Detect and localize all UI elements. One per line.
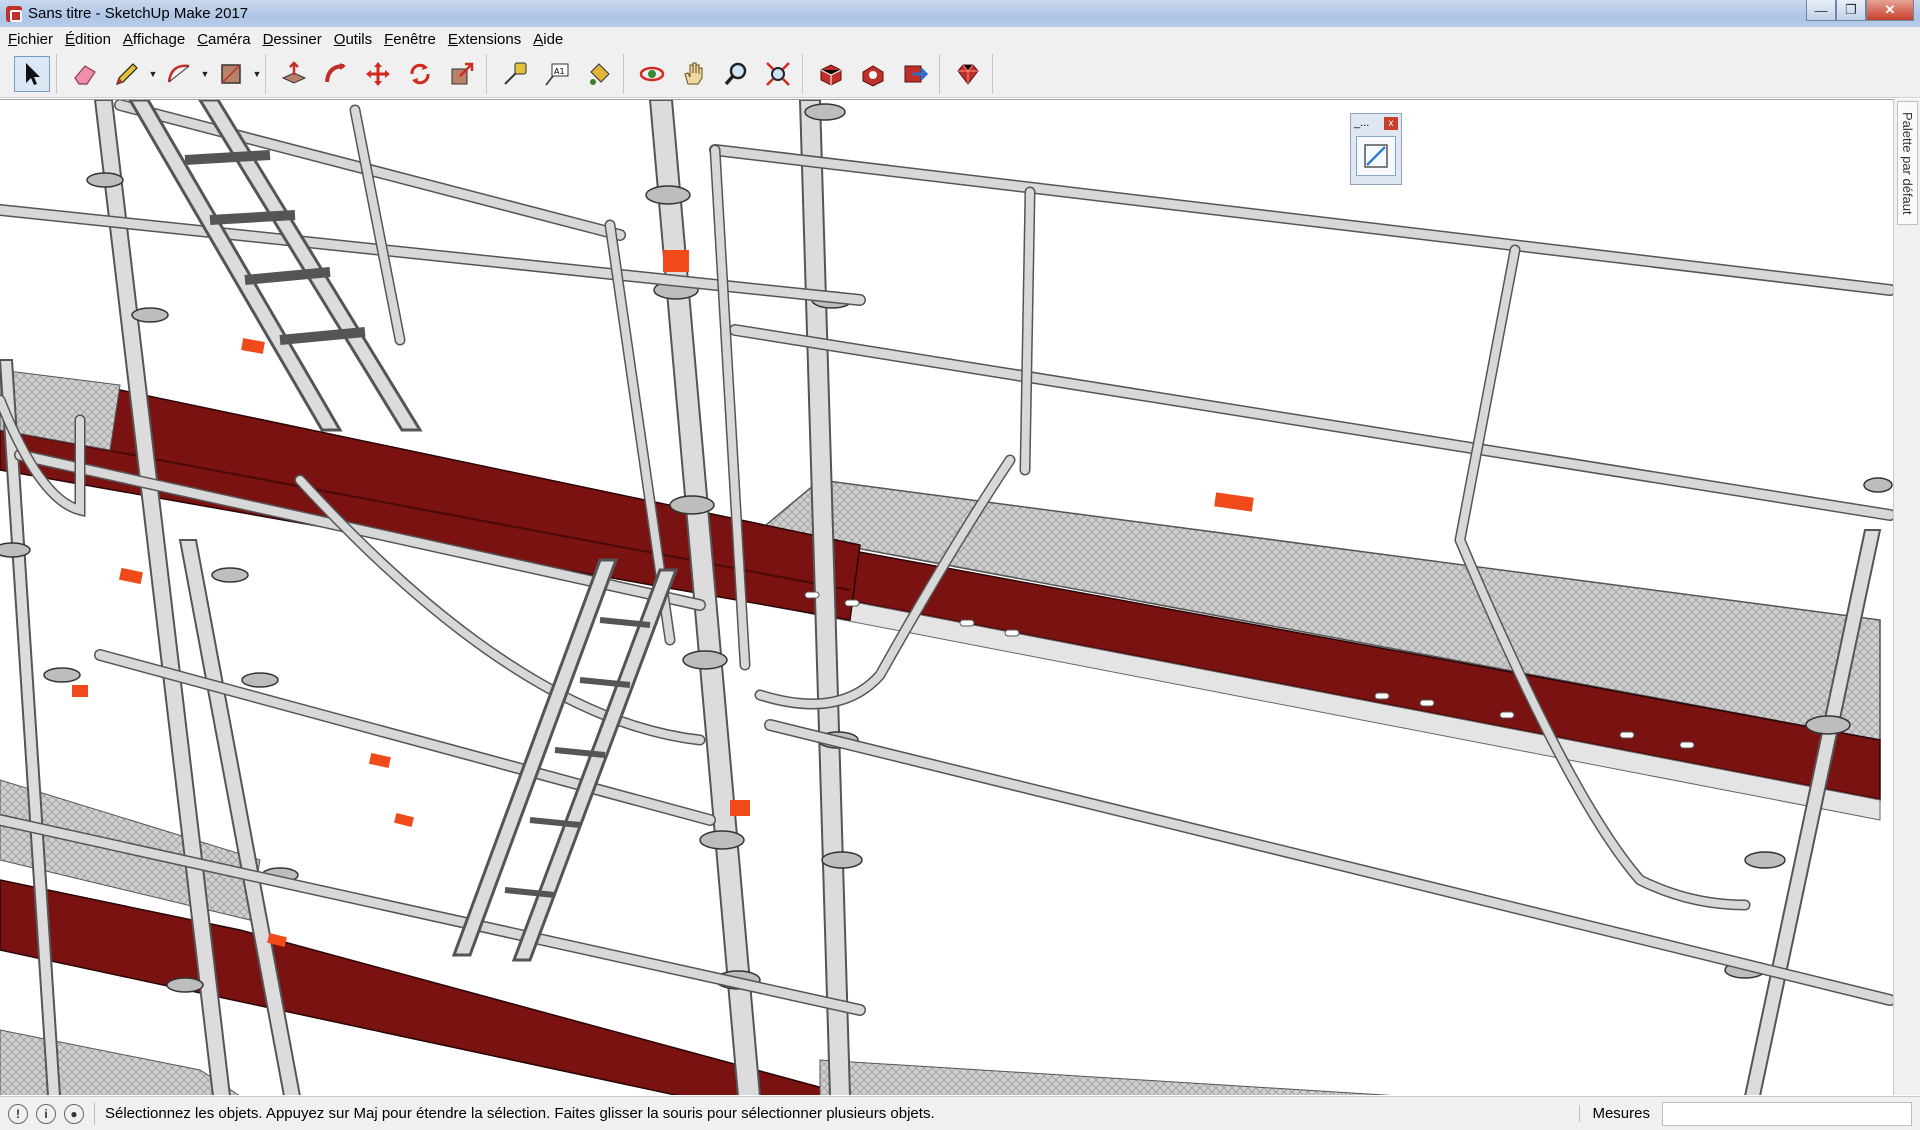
status-bar: ! i ● Sélectionnez les objets. Appuyez s… <box>0 1096 1920 1130</box>
menu-affichage[interactable]: Affichage <box>117 31 191 48</box>
section-plane-button[interactable] <box>1356 136 1396 176</box>
hand-icon <box>684 62 703 85</box>
bottom-left-deck-grating <box>0 1029 240 1095</box>
mini-toolbar-close-button[interactable]: x <box>1384 116 1398 130</box>
section-plane-icon <box>1364 144 1388 168</box>
measurements-input[interactable] <box>1662 1101 1912 1126</box>
tape-measure-tool-button[interactable] <box>497 56 533 92</box>
floating-mini-toolbar: _... x <box>1350 113 1402 185</box>
menu-dessiner[interactable]: Dessiner <box>257 31 328 48</box>
toolbar: ▼ ▼ ▼ A1 <box>0 51 1920 98</box>
arc-icon <box>167 64 190 83</box>
status-separator <box>94 1102 95 1125</box>
svg-text:A1: A1 <box>554 67 565 76</box>
menu-extensions[interactable]: Extensions <box>442 31 527 48</box>
menu-bar: Fichier Édition Affichage Caméra Dessine… <box>0 27 1920 51</box>
toolbar-group-camera <box>628 54 803 94</box>
menu-fichier[interactable]: Fichier <box>2 31 59 48</box>
magnifier-icon <box>724 62 747 86</box>
window-controls: — ❐ ✕ <box>1806 0 1914 21</box>
follow-me-icon <box>325 63 346 83</box>
line-tool-button[interactable] <box>109 56 145 92</box>
model-viewport[interactable] <box>0 99 1893 1095</box>
menu-edition[interactable]: Édition <box>59 31 117 48</box>
eraser-tool-button[interactable] <box>67 56 103 92</box>
menu-fenetre[interactable]: Fenêtre <box>378 31 442 48</box>
zoom-tool-button[interactable] <box>718 56 754 92</box>
ruby-console-tool-button[interactable] <box>950 56 986 92</box>
menu-aide[interactable]: Aide <box>527 31 569 48</box>
paint-bucket-tool-button[interactable] <box>581 56 617 92</box>
toolbar-group-construct: A1 <box>491 54 624 94</box>
text-tool-button[interactable]: A1 <box>539 56 575 92</box>
share-model-tool-button[interactable] <box>897 56 933 92</box>
move-tool-button[interactable] <box>360 56 396 92</box>
zoom-extents-icon <box>766 62 790 86</box>
extension-warehouse-icon <box>862 65 884 87</box>
scale-tool-button[interactable] <box>444 56 480 92</box>
toolbar-group-modify <box>270 54 487 94</box>
push-pull-icon <box>281 61 307 84</box>
ruby-gem-icon <box>957 64 979 85</box>
warehouse-tool-button[interactable] <box>813 56 849 92</box>
geo-location-icon[interactable]: ! <box>8 1103 28 1124</box>
menu-camera[interactable]: Caméra <box>191 31 256 48</box>
push-pull-tool-button[interactable] <box>276 56 312 92</box>
text-label-icon: A1 <box>545 63 569 86</box>
pan-tool-button[interactable] <box>676 56 712 92</box>
toolbar-group-ruby <box>944 54 993 94</box>
orbit-tool-button[interactable] <box>634 56 670 92</box>
chevron-down-icon[interactable]: ▼ <box>252 56 262 92</box>
share-model-icon <box>904 65 929 83</box>
extension-warehouse-tool-button[interactable] <box>855 56 891 92</box>
window-title: Sans titre - SketchUp Make 2017 <box>28 5 249 22</box>
rotate-tool-button[interactable] <box>402 56 438 92</box>
toolbar-group-select <box>8 54 57 94</box>
rectangle-icon <box>221 64 241 84</box>
chevron-down-icon[interactable]: ▼ <box>148 56 158 92</box>
user-account-icon[interactable]: ● <box>64 1103 84 1124</box>
minimize-button[interactable]: — <box>1806 0 1836 21</box>
sketchup-app-icon[interactable] <box>6 5 22 22</box>
tape-measure-icon <box>504 62 527 85</box>
title-bar: Sans titre - SketchUp Make 2017 — ❐ ✕ <box>0 0 1920 27</box>
toolbar-group-draw: ▼ ▼ ▼ <box>61 54 266 94</box>
select-tool-button[interactable] <box>14 56 50 92</box>
arrow-cursor-icon <box>26 63 40 85</box>
scale-icon <box>451 62 474 85</box>
zoom-extents-tool-button[interactable] <box>760 56 796 92</box>
default-tray: Palette par défaut <box>1893 99 1920 1095</box>
paint-bucket-icon <box>590 63 610 85</box>
info-icon[interactable]: i <box>36 1103 56 1124</box>
eraser-icon <box>74 65 96 85</box>
rectangle-tool-button[interactable] <box>213 56 249 92</box>
measurements-label: Mesures <box>1579 1105 1662 1122</box>
tray-tab-default-palette[interactable]: Palette par défaut <box>1897 101 1918 225</box>
3d-warehouse-icon <box>820 64 842 86</box>
menu-outils[interactable]: Outils <box>328 31 378 48</box>
orbit-icon <box>639 66 665 82</box>
pencil-icon <box>116 63 138 85</box>
lower-middle-deck-grating <box>819 1059 1392 1095</box>
toolbar-group-warehouse <box>807 54 940 94</box>
arc-tool-button[interactable] <box>161 56 197 92</box>
chevron-down-icon[interactable]: ▼ <box>200 56 210 92</box>
close-button[interactable]: ✕ <box>1866 0 1914 21</box>
rotate-icon <box>410 63 430 85</box>
scaffolding-3d-scene[interactable] <box>0 100 1893 1095</box>
move-arrows-icon <box>366 62 390 86</box>
status-message: Sélectionnez les objets. Appuyez sur Maj… <box>105 1105 935 1122</box>
mini-toolbar-title: _... <box>1354 117 1370 129</box>
follow-me-tool-button[interactable] <box>318 56 354 92</box>
mini-toolbar-titlebar[interactable]: _... x <box>1351 114 1401 132</box>
maximize-button[interactable]: ❐ <box>1836 0 1866 21</box>
